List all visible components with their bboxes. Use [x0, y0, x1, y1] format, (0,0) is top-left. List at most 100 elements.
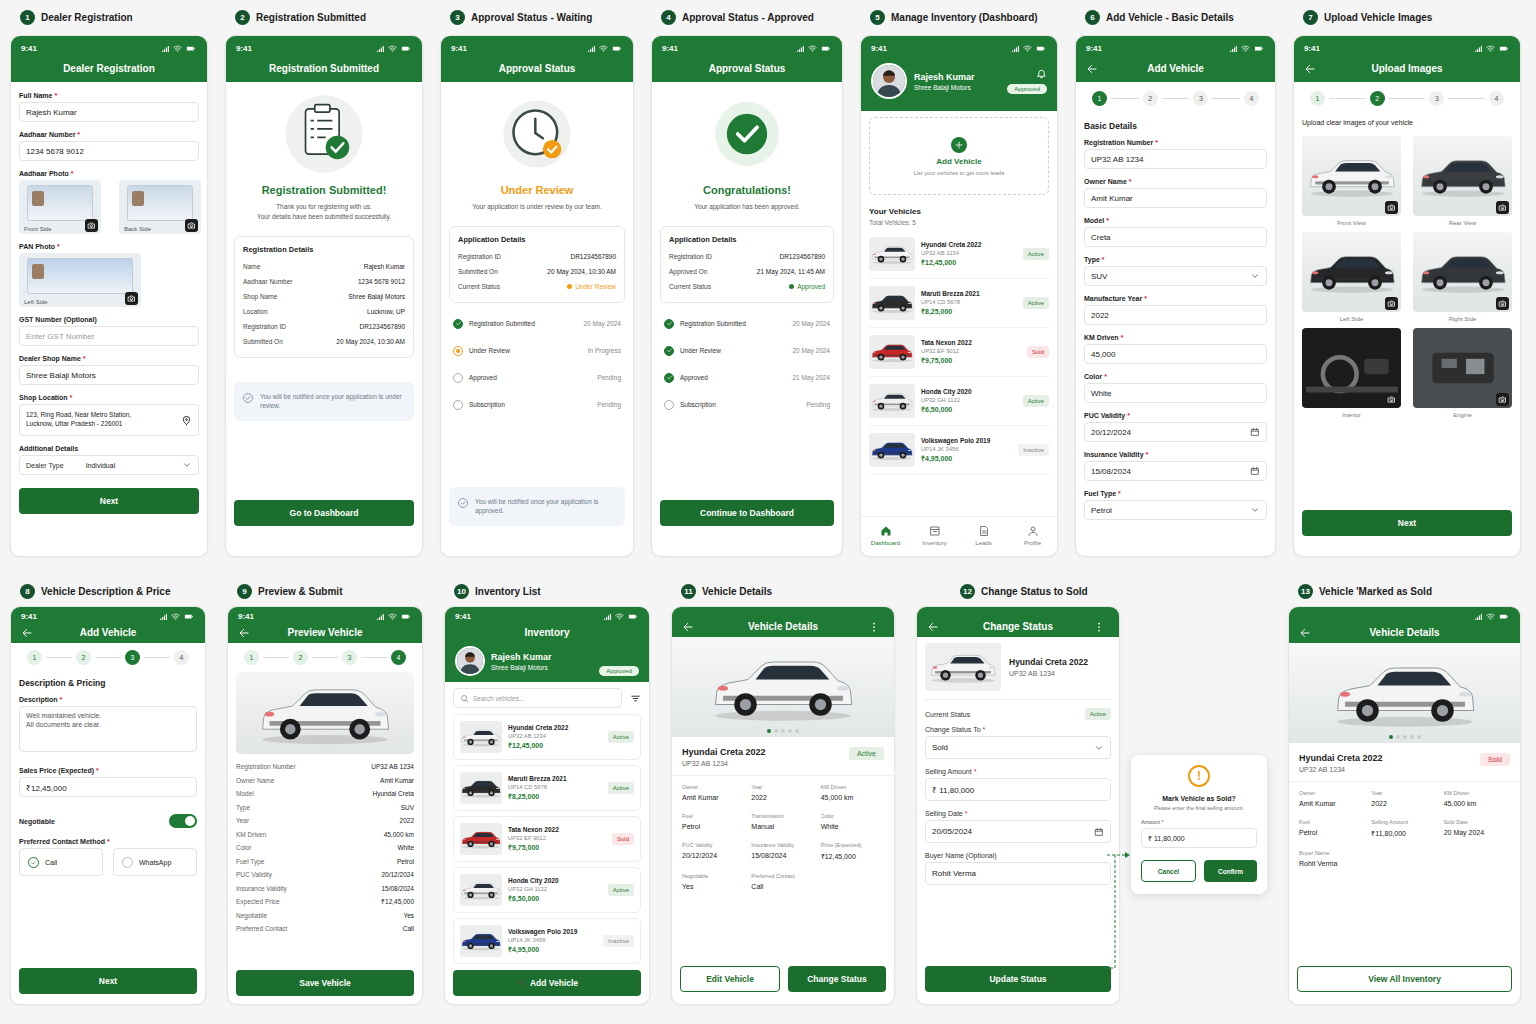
text-input[interactable]: White — [1084, 383, 1267, 403]
negotiable-toggle[interactable] — [169, 814, 197, 828]
update-status-button[interactable]: Update Status — [925, 966, 1111, 992]
status-tag: Inactive — [1018, 444, 1049, 456]
vehicle-card[interactable]: Volkswagen Polo 2019UP14 JK 3456₹4,95,00… — [453, 918, 641, 964]
more-icon[interactable] — [1093, 621, 1105, 633]
vehicle-card[interactable]: Honda City 2020UP32 GH 1122₹6,50,000Acti… — [453, 867, 641, 913]
nav-item[interactable]: Inventory — [910, 525, 959, 546]
nav-item[interactable]: Profile — [1008, 525, 1057, 546]
camera-icon[interactable] — [1498, 299, 1507, 308]
image-slot[interactable]: Interior — [1302, 328, 1401, 418]
arrow-left-icon[interactable] — [1304, 63, 1316, 75]
id-photo[interactable]: Front Side — [19, 180, 101, 234]
text-input[interactable]: 20/05/2024 — [925, 820, 1111, 843]
add-vehicle-button[interactable]: Add Vehicle — [453, 970, 641, 996]
text-input[interactable]: SUV — [1084, 266, 1267, 286]
carousel-dots — [672, 729, 894, 733]
camera-icon[interactable] — [1387, 203, 1396, 212]
id-photo[interactable]: Back Side — [119, 180, 201, 234]
bell-icon[interactable] — [1036, 68, 1047, 79]
arrow-left-icon[interactable] — [682, 621, 694, 633]
vehicle-row[interactable]: Honda City 2020UP32 GH 1122₹6,50,000Acti… — [869, 377, 1049, 426]
text-input[interactable]: Petrol — [1084, 500, 1267, 520]
dashboard-button[interactable]: Go to Dashboard — [234, 500, 414, 526]
camera-badge[interactable] — [125, 292, 138, 305]
price-input[interactable]: ₹12,45,000 — [19, 777, 197, 797]
image-slot[interactable]: Left Side — [1302, 232, 1401, 322]
camera-badge[interactable] — [185, 219, 198, 232]
search-input[interactable]: Search vehicles... — [453, 688, 622, 708]
text-input[interactable]: 1234 5678 9012 — [19, 141, 199, 161]
text-input[interactable]: Creta — [1084, 227, 1267, 247]
battery-icon — [1253, 44, 1265, 53]
text-input[interactable]: Rohit Verma — [925, 862, 1111, 885]
pan-photo[interactable]: Left Side — [19, 253, 141, 307]
arrow-left-icon[interactable] — [238, 627, 250, 639]
camera-icon[interactable] — [1498, 395, 1507, 404]
next-button[interactable]: Next — [1302, 510, 1512, 536]
clock-icon — [495, 92, 579, 176]
vehicle-card[interactable]: Hyundai Creta 2022UP32 AB 1234₹12,45,000… — [453, 714, 641, 760]
text-input[interactable]: Sold — [925, 736, 1111, 759]
vehicle-row[interactable]: Volkswagen Polo 2019UP14 JK 3456₹4,95,00… — [869, 426, 1049, 475]
location-input[interactable]: 123, Ring Road, Near Metro Station,Luckn… — [19, 404, 199, 436]
camera-icon[interactable] — [1387, 299, 1396, 308]
image-slot[interactable]: Right Side — [1413, 232, 1512, 322]
text-input[interactable]: Shree Balaji Motors — [19, 365, 199, 385]
vehicle-row[interactable]: Maruti Brezza 2021UP14 CD 5678₹8,25,000A… — [869, 279, 1049, 328]
arrow-left-icon[interactable] — [21, 627, 33, 639]
vehicle-card[interactable]: Tata Nexon 2022UP32 EF 9012₹9,75,000Sold — [453, 816, 641, 862]
camera-badge[interactable] — [85, 219, 98, 232]
description-textarea[interactable]: Well maintained vehicle.All documents ar… — [19, 706, 197, 752]
amount-input[interactable]: ₹ 11,80,000 — [1141, 828, 1257, 848]
text-input[interactable]: 2022 — [1084, 305, 1267, 325]
vehicle-card[interactable]: Maruti Brezza 2021UP14 CD 5678₹8,25,000A… — [453, 765, 641, 811]
arrow-left-icon[interactable] — [1086, 63, 1098, 75]
view-inventory-button[interactable]: View All Inventory — [1297, 966, 1512, 992]
save-button[interactable]: Save Vehicle — [236, 970, 414, 996]
screen-panel: 13Vehicle 'Marked as SoldVehicle Details… — [1288, 582, 1521, 1005]
detail-row: Registration IDDR1234567890 — [243, 319, 405, 334]
arrow-left-icon[interactable] — [1299, 627, 1311, 639]
preview-row: Insurance Validity15/08/2024 — [236, 882, 414, 896]
arrow-left-icon[interactable] — [927, 621, 939, 633]
wifi-icon — [1486, 612, 1495, 621]
image-slot[interactable]: Engine — [1413, 328, 1512, 418]
text-input[interactable]: Amit Kumar — [1084, 188, 1267, 208]
text-input[interactable]: 20/12/2024 — [1084, 422, 1267, 442]
vehicle-row[interactable]: Hyundai Creta 2022UP32 AB 1234₹12,45,000… — [869, 230, 1049, 279]
app-header: 9:41Upload Images — [1294, 36, 1520, 82]
text-input[interactable]: Enter GST Number — [19, 326, 199, 346]
more-icon[interactable] — [868, 621, 880, 633]
add-vehicle-card[interactable]: Add VehicleList your vehicles to get mor… — [869, 117, 1049, 195]
field-label: KM Driven * — [1084, 334, 1267, 341]
camera-icon[interactable] — [1498, 203, 1507, 212]
vehicle-row[interactable]: Tata Nexon 2022UP32 EF 9012₹9,75,000Sold — [869, 328, 1049, 377]
image-slot[interactable]: Front View — [1302, 136, 1401, 226]
action-button[interactable]: Edit Vehicle — [680, 966, 780, 992]
dealer-type-select[interactable]: Dealer TypeIndividual — [19, 455, 199, 475]
confirm-button[interactable]: Confirm — [1204, 860, 1257, 882]
filter-icon[interactable] — [630, 693, 641, 704]
spec-item: Sold Date20 May 2024 — [1444, 819, 1510, 838]
image-slot[interactable]: Rear View — [1413, 136, 1512, 226]
text-input[interactable]: UP32 AB 1234 — [1084, 149, 1267, 169]
camera-icon[interactable] — [1387, 395, 1396, 404]
nav-item[interactable]: Leads — [959, 525, 1008, 546]
next-button[interactable]: Next — [19, 488, 199, 514]
contact-radio[interactable]: WhatsApp — [113, 848, 197, 876]
cancel-button[interactable]: Cancel — [1141, 860, 1196, 882]
text-input[interactable]: Rajesh Kumar — [19, 102, 199, 122]
text-input[interactable]: 15/08/2024 — [1084, 461, 1267, 481]
carousel-dots — [1289, 735, 1520, 739]
section-title: Basic Details — [1084, 121, 1267, 131]
contact-radio[interactable]: Call — [19, 848, 103, 876]
continue-button[interactable]: Continue to Dashboard — [660, 500, 834, 526]
next-button[interactable]: Next — [19, 968, 197, 994]
detail-row: Aadhaar Number1234 5678 9012 — [243, 274, 405, 289]
text-input[interactable]: ₹ 11,80,000 — [925, 778, 1111, 801]
detail-row: Approved On21 May 2024, 11:45 AM — [669, 264, 825, 279]
text-input[interactable]: 45,000 — [1084, 344, 1267, 364]
action-button[interactable]: Change Status — [788, 966, 886, 992]
nav-item[interactable]: Dashboard — [861, 525, 910, 546]
header-title: Inventory — [471, 627, 623, 638]
